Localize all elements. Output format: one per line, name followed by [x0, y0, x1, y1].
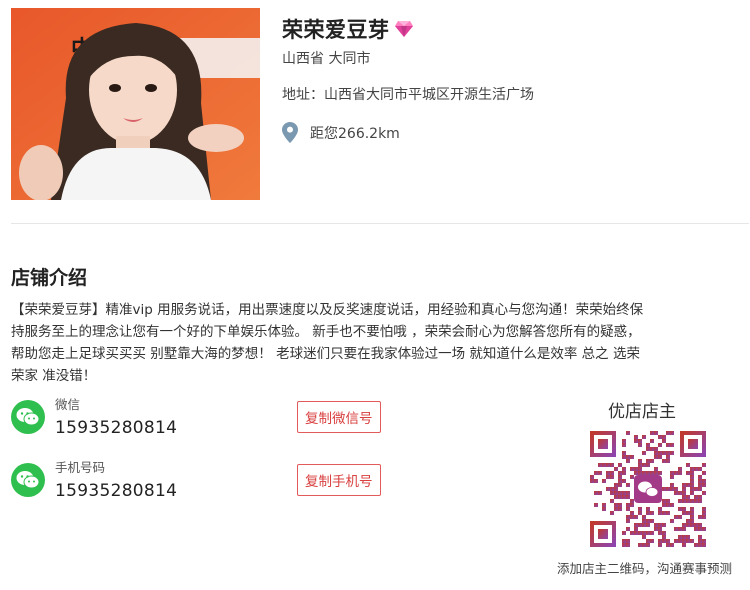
wechat-contact: 微信 15935280814 复制微信号: [11, 397, 381, 441]
intro-text: 【荣荣爱豆芽】精准vip 用服务说话，用出票速度以及反奖速度说话，用经验和真心与…: [11, 302, 644, 384]
qr-code-icon: [589, 430, 707, 548]
intro-title: 店铺介绍: [11, 267, 88, 289]
section-divider: [11, 223, 749, 224]
copy-wechat-button[interactable]: 复制微信号: [297, 401, 381, 433]
location-pin-icon: [282, 122, 298, 143]
qr-caption: 添加店主二维码，沟通赛事预测: [557, 561, 733, 576]
store-region: 山西省 大同市: [282, 51, 371, 67]
store-photo: 中国体育: [11, 8, 260, 200]
wechat-label: 微信: [55, 397, 81, 412]
phone-label: 手机号码: [55, 460, 106, 475]
wechat-value: 15935280814: [55, 418, 178, 438]
distance-row: 距您266.2km: [282, 122, 400, 143]
store-distance: 距您266.2km: [310, 125, 400, 142]
store-name-row: 荣荣爱豆芽: [282, 14, 414, 44]
store-address: 地址：山西省大同市平城区开源生活广场: [282, 87, 534, 103]
phone-contact: 手机号码 15935280814 复制手机号: [11, 460, 381, 504]
wechat-icon: [11, 400, 45, 434]
phone-value: 15935280814: [55, 481, 178, 501]
store-name: 荣荣爱豆芽: [282, 18, 390, 42]
wechat-icon: [11, 463, 45, 497]
copy-phone-button[interactable]: 复制手机号: [297, 464, 381, 496]
qr-title: 优店店主: [608, 402, 676, 422]
gem-icon: [394, 20, 414, 38]
